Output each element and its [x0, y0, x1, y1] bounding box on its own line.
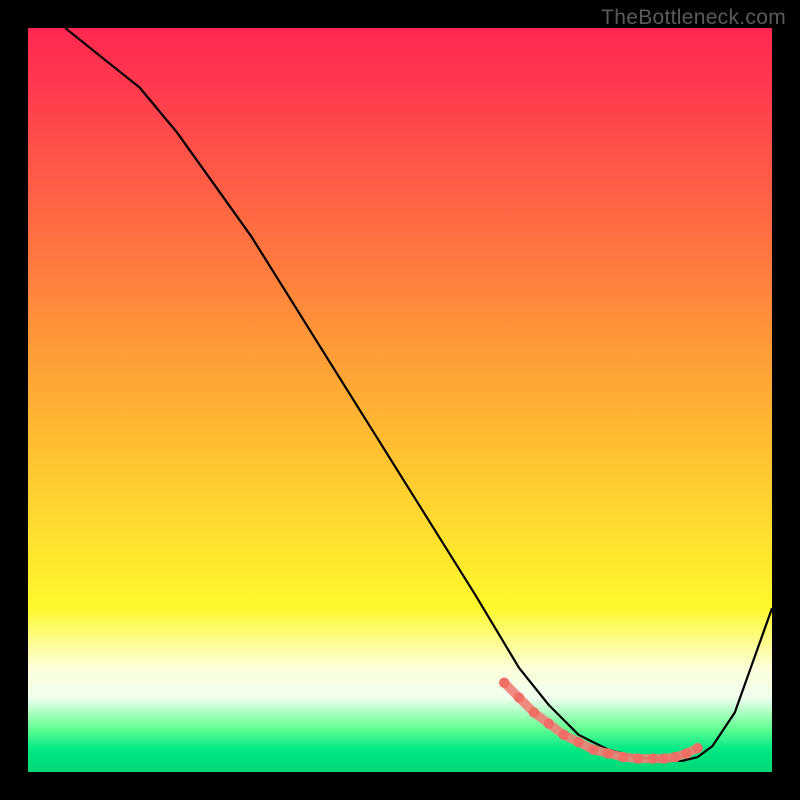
- highlight-dot: [692, 743, 702, 753]
- highlight-dot: [573, 737, 583, 747]
- highlight-dot: [559, 730, 569, 740]
- highlight-dot: [603, 748, 613, 758]
- watermark-text: TheBottleneck.com: [601, 6, 786, 30]
- highlight-dot: [659, 753, 669, 763]
- optimal-zone-markers: [499, 678, 703, 764]
- highlight-dot: [681, 748, 691, 758]
- highlight-dot: [618, 752, 628, 762]
- curve-svg: [28, 28, 772, 772]
- highlight-dot: [588, 745, 598, 755]
- chart-container: TheBottleneck.com: [0, 0, 800, 800]
- highlight-dot: [633, 753, 643, 763]
- highlight-dot: [648, 753, 658, 763]
- highlight-dot: [670, 752, 680, 762]
- highlight-dot: [529, 707, 539, 717]
- bottleneck-curve-line: [65, 28, 772, 761]
- plot-area: [28, 28, 772, 772]
- highlight-dot: [514, 692, 524, 702]
- highlight-dot: [499, 678, 509, 688]
- highlight-dot: [544, 718, 554, 728]
